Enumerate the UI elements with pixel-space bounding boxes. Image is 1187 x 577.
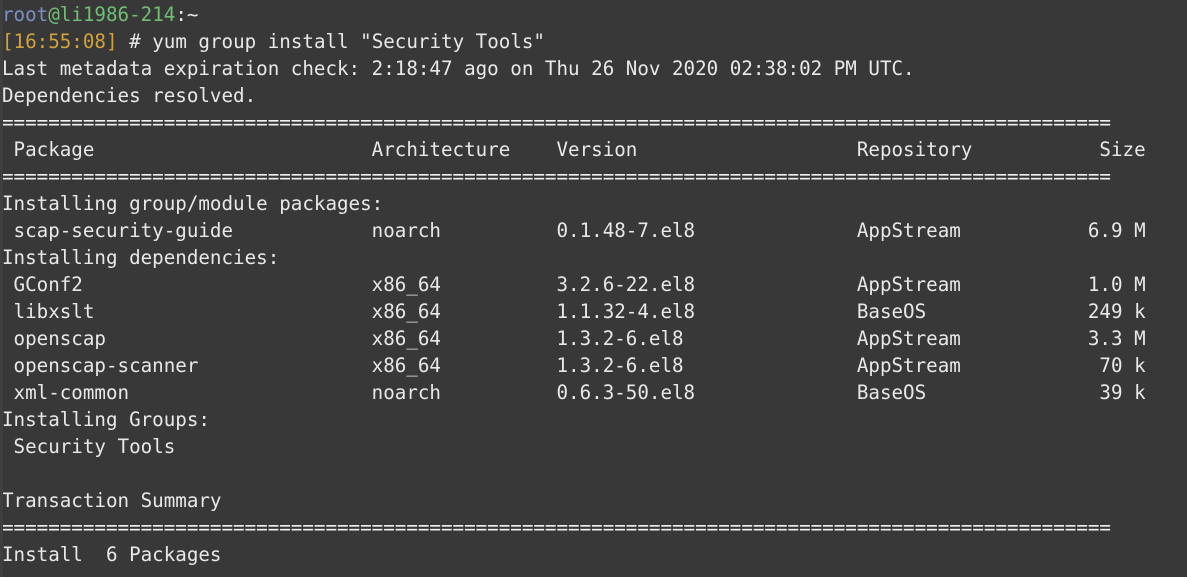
table-row: xml-common noarch 0.6.3-50.el8 BaseOS 39…	[2, 381, 1146, 404]
prompt-path: :~	[175, 3, 199, 26]
command-text: yum group install "Security Tools"	[152, 30, 545, 53]
prompt-header-line: root@li1986-214:~	[0, 1, 1187, 28]
table-row: scap-security-guide noarch 0.1.48-7.el8 …	[2, 219, 1146, 242]
separator-top: ========================================…	[2, 111, 1111, 134]
command-line[interactable]: [16:55:08] # yum group install "Security…	[0, 28, 1187, 55]
terminal-window[interactable]: root@li1986-214:~ [16:55:08] # yum group…	[0, 0, 1187, 577]
separator-summary: ========================================…	[2, 516, 1111, 539]
table-header-row: Package Architecture Version Repository …	[2, 138, 1146, 161]
dependencies-resolved-line: Dependencies resolved.	[2, 84, 257, 107]
group-name-line: Security Tools	[2, 435, 176, 458]
table-row: GConf2 x86_64 3.2.6-22.el8 AppStream 1.0…	[2, 273, 1146, 296]
install-count-line: Install 6 Packages	[2, 543, 222, 566]
separator-under-header: ========================================…	[2, 165, 1111, 188]
table-row: openscap x86_64 1.3.2-6.el8 AppStream 3.…	[2, 327, 1146, 350]
prompt-timestamp: [16:55:08]	[2, 30, 118, 53]
prompt-user: root	[2, 3, 49, 26]
installing-groups-header: Installing Groups:	[2, 408, 210, 431]
metadata-check-line: Last metadata expiration check: 2:18:47 …	[2, 57, 915, 80]
prompt-spacer-1	[118, 30, 130, 53]
installing-group-header: Installing group/module packages:	[2, 192, 384, 215]
prompt-at-symbol: @	[48, 3, 60, 26]
table-row: libxslt x86_64 1.1.32-4.el8 BaseOS 249 k	[2, 300, 1146, 323]
table-row: openscap-scanner x86_64 1.3.2-6.el8 AppS…	[2, 354, 1146, 377]
prompt-symbol: #	[129, 30, 141, 53]
installing-dependencies-header: Installing dependencies:	[2, 246, 280, 269]
transaction-summary-heading: Transaction Summary	[2, 489, 222, 512]
prompt-spacer-2	[141, 30, 153, 53]
prompt-host: li1986-214	[59, 3, 176, 26]
